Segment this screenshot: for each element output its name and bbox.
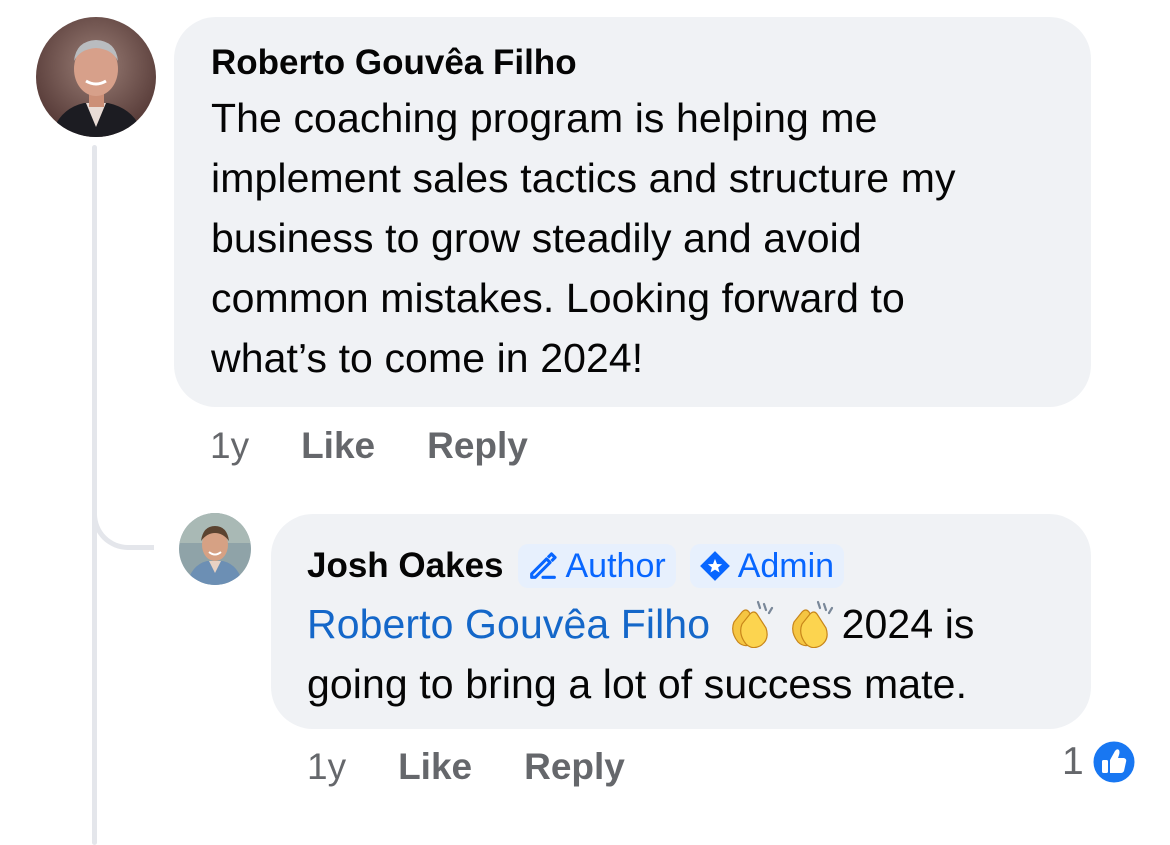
thumbs-up-icon bbox=[1090, 738, 1138, 786]
admin-badge: Admin bbox=[689, 544, 845, 588]
profile-photo-icon bbox=[179, 513, 251, 585]
comment-text-line: common mistakes. Looking forward to bbox=[211, 275, 905, 321]
avatar-josh[interactable] bbox=[179, 513, 251, 585]
author-badge: Author bbox=[517, 544, 676, 588]
reply-text: Roberto Gouvêa Filho 2024 is going to br… bbox=[307, 594, 1055, 714]
thread-connector bbox=[92, 470, 154, 550]
reply-text-segment: 2024 is bbox=[841, 601, 975, 647]
reply-age[interactable]: 1y bbox=[307, 746, 346, 788]
comment-text-line: implement sales tactics and structure my bbox=[211, 155, 956, 201]
clapping-hands-icon bbox=[731, 600, 773, 648]
reply-text-line: going to bring a lot of success mate. bbox=[307, 661, 968, 707]
comment-text-line: The coaching program is helping me bbox=[211, 95, 878, 141]
like-button[interactable]: Like bbox=[301, 425, 375, 467]
profile-photo-icon bbox=[36, 17, 156, 137]
author-badge-label: Author bbox=[565, 546, 666, 585]
comment-author-name[interactable]: Roberto Gouvêa Filho bbox=[211, 41, 1055, 85]
admin-diamond-icon bbox=[699, 551, 730, 581]
like-button[interactable]: Like bbox=[398, 746, 472, 788]
comment-text-line: business to grow steadily and avoid bbox=[211, 215, 862, 261]
comment-age[interactable]: 1y bbox=[210, 425, 249, 467]
comment-text-line: what’s to come in 2024! bbox=[211, 335, 644, 381]
reply-header: Josh Oakes Author Admin bbox=[307, 544, 1055, 588]
reply-actions: 1y Like Reply bbox=[307, 742, 625, 792]
reply-text-line: Roberto Gouvêa Filho 2024 is bbox=[307, 594, 1055, 654]
reply-bubble: Josh Oakes Author Admin Roberto Gouvêa F… bbox=[271, 514, 1091, 729]
reaction-summary[interactable]: 1 bbox=[1062, 738, 1138, 786]
comment-bubble: Roberto Gouvêa Filho The coaching progra… bbox=[174, 17, 1091, 407]
admin-badge-label: Admin bbox=[737, 546, 835, 585]
comment-actions: 1y Like Reply bbox=[210, 421, 528, 471]
avatar-roberto[interactable] bbox=[36, 17, 156, 137]
clapping-hands-icon bbox=[791, 600, 833, 648]
reply-button[interactable]: Reply bbox=[524, 746, 625, 788]
pencil-icon bbox=[529, 552, 557, 579]
reply-author-name[interactable]: Josh Oakes bbox=[307, 544, 504, 588]
reaction-count: 1 bbox=[1062, 740, 1084, 783]
comment-text: The coaching program is helping me imple… bbox=[211, 88, 1055, 388]
reply-button[interactable]: Reply bbox=[427, 425, 528, 467]
mention-link[interactable]: Roberto Gouvêa Filho bbox=[307, 601, 710, 647]
